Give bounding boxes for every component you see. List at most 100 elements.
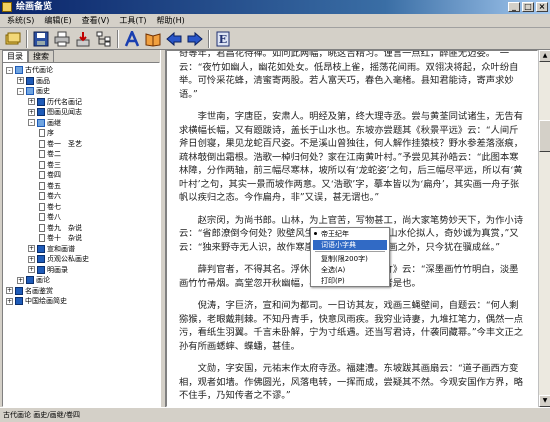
expand-icon[interactable]: +: [6, 287, 13, 294]
tree-item[interactable]: 卷六: [39, 191, 61, 201]
tree-item[interactable]: - 画继: [28, 118, 61, 128]
tree-item[interactable]: - 古代画论: [6, 65, 53, 75]
closed-book-icon: [37, 244, 45, 253]
scroll-down-arrow[interactable]: ▼: [539, 395, 550, 407]
tree-item[interactable]: 卷二: [39, 149, 61, 159]
tab-contents[interactable]: 目录: [2, 50, 28, 62]
tree-item-label: 卷十 杂说: [47, 234, 82, 242]
closed-book-icon: [37, 255, 45, 263]
ctx-mini-dictionary[interactable]: 词语小字典: [313, 240, 387, 250]
expand-icon[interactable]: +: [28, 245, 35, 252]
text-paragraph: 文勋，字安国，元祐末作太府寺丞。福建漕。东坡跋其画扇云：“道子画西方变相，观者如…: [179, 363, 523, 401]
tree-item-label: 卷二: [47, 150, 61, 158]
vertical-scrollbar[interactable]: ▲ ▼: [538, 50, 550, 407]
tree-item-label: 画史: [36, 87, 50, 95]
folder-stack-icon[interactable]: [4, 30, 22, 48]
page-icon: [39, 150, 45, 158]
tree-item[interactable]: + 中国绘画简史: [6, 296, 67, 306]
status-bar: 古代画论 画史/画继/卷四: [0, 407, 550, 422]
minimize-button[interactable]: _: [508, 2, 520, 12]
collapse-icon[interactable]: -: [6, 66, 13, 74]
scroll-thumb[interactable]: [539, 120, 550, 152]
download-icon[interactable]: [74, 30, 92, 48]
page-icon: [39, 160, 45, 169]
text-paragraph: 奇等年，君昌花待禅。如问此两幅，眺这吉精习。谨言一点红，醉匪无迈委。 一云：“夜…: [179, 50, 519, 100]
closed-book-icon: [37, 97, 45, 106]
window-controls: _ □ ×: [508, 2, 548, 12]
menu-bar: 系统(S) 编辑(E) 查看(V) 工具(T) 帮助(H): [0, 14, 550, 28]
expand-icon[interactable]: +: [28, 255, 35, 263]
tree-item[interactable]: + 贞观公私画史: [28, 254, 89, 264]
tree-item[interactable]: + 图画见闻志: [28, 107, 82, 117]
expand-icon[interactable]: +: [28, 108, 35, 116]
tree-item[interactable]: + 名画鉴赏: [6, 286, 53, 296]
tree-item[interactable]: + 画品: [17, 76, 50, 86]
tree-item[interactable]: 卷九 杂说: [39, 223, 82, 233]
toolbar-separator: [117, 29, 119, 48]
closed-book-icon: [15, 297, 23, 305]
toolbar: E: [0, 28, 550, 50]
tree-item-label: 卷一 圣艺: [47, 139, 82, 148]
tree-item[interactable]: + 宣和画谱: [28, 244, 75, 254]
closed-book-icon: [26, 76, 34, 85]
ctx-copy[interactable]: 复制(限200字): [313, 254, 387, 264]
close-button[interactable]: ×: [536, 2, 548, 12]
ctx-select-all[interactable]: 全选(A): [313, 265, 387, 275]
page-icon: [39, 192, 45, 200]
info-e-icon[interactable]: E: [214, 30, 232, 48]
menu-help[interactable]: 帮助(H): [151, 14, 189, 28]
tree-item[interactable]: + 历代名画记: [28, 97, 82, 107]
closed-book-icon: [26, 276, 34, 284]
forward-arrow-icon[interactable]: [186, 30, 204, 48]
tree-item-label: 卷七: [47, 202, 61, 211]
page-icon: [39, 223, 45, 232]
closed-book-icon: [37, 265, 45, 274]
page-icon: [39, 202, 45, 211]
tree-item[interactable]: + 画论: [17, 275, 50, 285]
expand-icon[interactable]: +: [6, 297, 13, 305]
tree-item-label: 宣和画谱: [47, 244, 75, 253]
tree-item-label: 卷五: [47, 181, 61, 190]
ctx-print[interactable]: 打印(P): [313, 276, 387, 286]
expand-icon[interactable]: +: [17, 276, 24, 284]
menu-tools[interactable]: 工具(T): [114, 14, 151, 28]
tree-item[interactable]: + 明画录: [28, 265, 68, 275]
closed-book-icon: [15, 286, 23, 295]
back-arrow-icon[interactable]: [165, 30, 183, 48]
collapse-icon[interactable]: -: [17, 87, 24, 95]
ctx-emperor-chronology[interactable]: 帝王纪年: [313, 229, 387, 239]
tree-item[interactable]: 卷十 杂说: [39, 233, 82, 243]
tree-item-label: 画继: [47, 118, 61, 127]
expand-icon[interactable]: +: [28, 266, 35, 273]
font-a-icon[interactable]: [123, 30, 141, 48]
page-icon: [39, 171, 45, 179]
tree-item[interactable]: 卷四: [39, 170, 61, 180]
tree-item[interactable]: 序: [39, 128, 54, 138]
menu-edit[interactable]: 编辑(E): [39, 14, 76, 28]
tree-item[interactable]: 卷五: [39, 181, 61, 191]
save-disk-icon[interactable]: [32, 30, 50, 48]
info-e-label: E: [219, 33, 227, 46]
tree-item[interactable]: 卷一 圣艺: [39, 139, 82, 149]
scroll-up-arrow[interactable]: ▲: [539, 50, 550, 62]
tree-item[interactable]: 卷七: [39, 202, 61, 212]
page-icon: [39, 213, 45, 221]
tree-item-label: 卷九 杂说: [47, 223, 82, 232]
maximize-button[interactable]: □: [522, 2, 534, 12]
open-book-icon[interactable]: [144, 30, 162, 48]
page-icon: [39, 234, 45, 242]
ctx-separator: [315, 251, 385, 252]
context-menu: 帝王纪年 词语小字典复制(限200字) 全选(A) 打印(P): [310, 227, 390, 287]
collapse-icon[interactable]: -: [28, 119, 35, 126]
menu-system[interactable]: 系统(S): [2, 14, 39, 28]
tab-search[interactable]: 搜索: [28, 50, 54, 62]
print-icon[interactable]: [53, 30, 71, 48]
tree-item[interactable]: 卷八: [39, 212, 61, 222]
expand-icon[interactable]: +: [17, 77, 24, 84]
tree-item[interactable]: - 画史: [17, 86, 50, 96]
expand-icon[interactable]: +: [28, 98, 35, 105]
tree-item[interactable]: 卷三: [39, 160, 61, 170]
tree-item-label: 序: [47, 129, 54, 137]
tree-structure-icon[interactable]: [95, 30, 113, 48]
menu-view[interactable]: 查看(V): [77, 14, 115, 28]
